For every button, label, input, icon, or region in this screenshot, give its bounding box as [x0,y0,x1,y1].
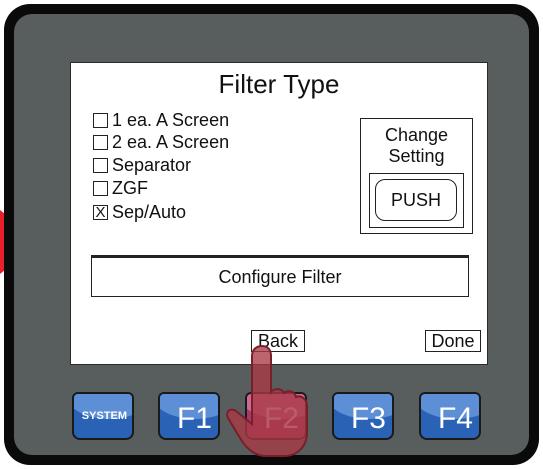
lcd-screen: Filter Type 1 ea. A Screen 2 ea. A Scree… [70,62,488,365]
checkbox-checked[interactable]: X [93,204,108,220]
f4-key[interactable]: F4 [419,392,481,440]
change-setting-label: Change Setting [361,125,472,167]
option-label: 2 ea. A Screen [112,131,230,152]
option-sep-auto[interactable]: X Sep/Auto [93,201,186,223]
option-zgf[interactable]: ZGF [93,177,148,199]
change-label-line1: Change [384,125,449,145]
screen-title: Filter Type [218,69,340,99]
hand-pointer-icon [226,344,308,457]
checkbox[interactable] [93,134,108,150]
f1-key[interactable]: F1 [158,392,220,440]
done-button[interactable]: Done [425,330,481,352]
option-1-ea-a-screen[interactable]: 1 ea. A Screen [93,109,229,131]
checkbox[interactable] [93,112,108,128]
configure-filter-button[interactable]: Configure Filter [91,255,469,297]
option-2-ea-a-screen[interactable]: 2 ea. A Screen [93,131,229,153]
checkbox[interactable] [93,157,108,173]
option-label: Sep/Auto [112,201,187,222]
option-label: ZGF [112,177,148,198]
system-key[interactable]: SYSTEM [72,392,134,440]
push-button[interactable]: PUSH [375,179,457,221]
option-separator[interactable]: Separator [93,154,191,176]
change-setting-box: Change Setting PUSH [360,118,473,234]
option-label: 1 ea. A Screen [112,109,230,130]
change-label-line2: Setting [388,146,445,166]
option-label: Separator [112,154,192,175]
key-label: SYSTEM [81,410,127,422]
f3-key[interactable]: F3 [332,392,394,440]
key-label: F1 [176,402,212,435]
key-label: F4 [437,402,473,435]
push-button-frame: PUSH [369,173,464,228]
checkbox[interactable] [93,180,108,196]
key-label: F3 [350,402,386,435]
